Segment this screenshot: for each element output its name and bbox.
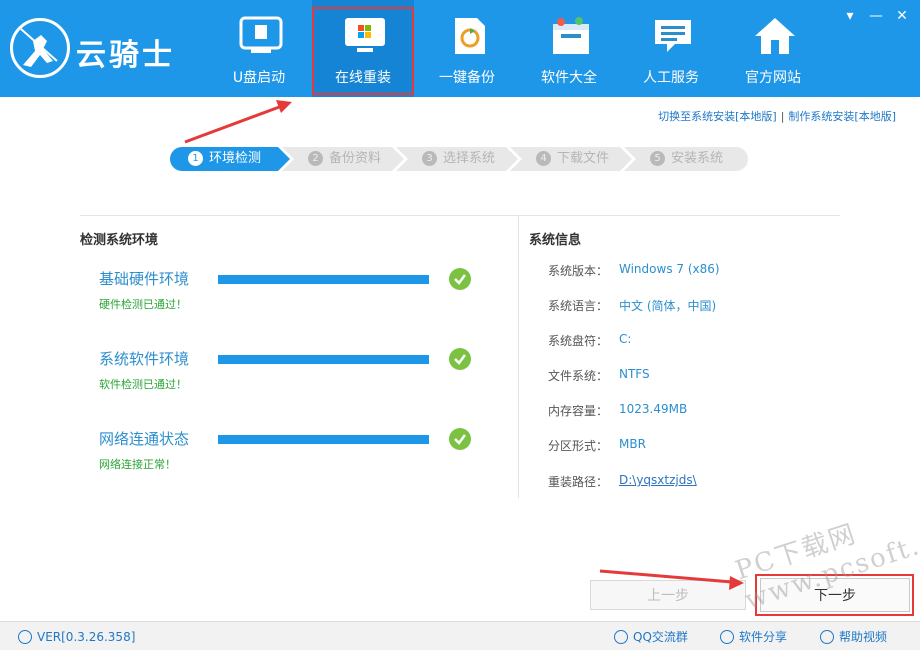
prev-step-button[interactable]: 上一步 xyxy=(590,580,746,610)
info-key: 分区形式： xyxy=(548,439,609,453)
check-status: 硬件检测已通过！ xyxy=(99,298,187,311)
step-progress: 1 环境检测 2 备份资料 3 选择系统 4 下载文件 5 安装系统 xyxy=(170,147,750,171)
info-key: 文件系统： xyxy=(548,369,609,383)
nav-label: 软件大全 xyxy=(541,70,597,86)
reinstall-path-link[interactable]: D:\yqsxtzjds\ xyxy=(619,473,697,487)
menu-dropdown-icon[interactable]: ▾ xyxy=(842,8,858,24)
check-passed-icon xyxy=(449,348,471,370)
nav-label: 一键备份 xyxy=(439,70,495,86)
help-icon xyxy=(820,630,834,644)
check-hardware: 基础硬件环境 硬件检测已通过！ xyxy=(99,268,479,318)
app-header: 云骑士 U盘启动 在线重装 一键备份 软件大全 人工服务 官方网站 ▾ — ✕ xyxy=(0,0,920,97)
info-value: MBR xyxy=(619,437,646,451)
detect-section-title: 检测系统环境 xyxy=(80,233,159,248)
info-value: C: xyxy=(619,332,632,346)
backup-file-icon xyxy=(447,16,491,56)
windows-monitor-icon xyxy=(343,16,387,56)
knight-logo-icon xyxy=(10,18,70,78)
footer-bar: VER[0.3.26.358] QQ交流群 软件分享 帮助视频 xyxy=(0,621,920,650)
nav-official-website[interactable]: 官方网站 xyxy=(722,0,824,97)
share-software-link[interactable]: 软件分享 xyxy=(720,628,787,646)
qq-icon xyxy=(614,630,628,644)
minimize-icon[interactable]: — xyxy=(868,8,884,24)
annotation-arrow xyxy=(184,104,283,144)
info-value: 1023.49MB xyxy=(619,402,688,416)
qq-group-label: QQ交流群 xyxy=(633,630,688,644)
window-controls: ▾ — ✕ xyxy=(842,8,912,24)
info-value: Windows 7 (x86) xyxy=(619,262,720,276)
step-label: 下载文件 xyxy=(557,151,610,166)
nav-usb-boot[interactable]: U盘启动 xyxy=(208,0,310,97)
check-passed-icon xyxy=(449,268,471,290)
panel-divider-vertical xyxy=(518,216,519,498)
info-key: 内存容量： xyxy=(548,404,609,418)
info-value: NTFS xyxy=(619,367,650,381)
nav-label: 人工服务 xyxy=(643,70,699,86)
nav-software-center[interactable]: 软件大全 xyxy=(518,0,620,97)
step-number: 5 xyxy=(650,151,665,166)
check-label: 网络连通状态 xyxy=(99,430,190,448)
qq-group-link[interactable]: QQ交流群 xyxy=(614,628,688,646)
arrow-head xyxy=(276,100,292,113)
app-logo: 云骑士 xyxy=(10,18,210,80)
check-status: 网络连接正常！ xyxy=(99,458,176,471)
step-number: 4 xyxy=(536,151,551,166)
step-label: 选择系统 xyxy=(443,151,496,166)
check-label: 基础硬件环境 xyxy=(99,270,190,288)
check-passed-icon xyxy=(449,428,471,450)
info-key: 重装路径： xyxy=(548,475,609,489)
sysinfo-section-title: 系统信息 xyxy=(529,233,582,248)
step-download-files: 4 下载文件 xyxy=(522,147,609,171)
make-local-install-link[interactable]: 制作系统安装[本地版] xyxy=(788,110,896,123)
chat-support-icon xyxy=(651,16,695,56)
info-key: 系统版本： xyxy=(548,264,609,278)
app-name: 云骑士 xyxy=(76,38,175,73)
check-circle-icon xyxy=(18,630,32,644)
step-backup-data: 2 备份资料 xyxy=(294,147,381,171)
check-network: 网络连通状态 网络连接正常！ xyxy=(99,428,479,478)
switch-local-install-link[interactable]: 切换至系统安装[本地版] xyxy=(658,110,777,123)
help-video-link[interactable]: 帮助视频 xyxy=(820,628,887,646)
usb-drive-icon xyxy=(239,16,283,56)
version-text: VER[0.3.26.358] xyxy=(37,630,136,644)
check-progress-bar xyxy=(218,275,429,284)
help-label: 帮助视频 xyxy=(839,630,888,644)
nav-label: U盘启动 xyxy=(232,70,286,86)
nav-label: 在线重装 xyxy=(335,70,391,86)
check-status: 软件检测已通过！ xyxy=(99,378,187,391)
home-icon xyxy=(753,16,797,56)
nav-one-click-backup[interactable]: 一键备份 xyxy=(416,0,518,97)
top-links: 切换至系统安装[本地版] | 制作系统安装[本地版] xyxy=(658,108,896,124)
close-icon[interactable]: ✕ xyxy=(894,8,910,24)
step-number: 1 xyxy=(188,151,203,166)
info-key: 系统语言： xyxy=(548,299,609,313)
info-key: 系统盘符： xyxy=(548,334,609,348)
share-label: 软件分享 xyxy=(739,630,788,644)
check-progress-bar xyxy=(218,355,429,364)
step-number: 2 xyxy=(308,151,323,166)
nav-online-reinstall[interactable]: 在线重装 xyxy=(312,0,414,97)
info-value: 中文 (简体，中国) xyxy=(619,299,717,313)
step-number: 3 xyxy=(422,151,437,166)
check-label: 系统软件环境 xyxy=(99,350,190,368)
check-software: 系统软件环境 软件检测已通过！ xyxy=(99,348,479,398)
nav-manual-service[interactable]: 人工服务 xyxy=(620,0,722,97)
link-separator: | xyxy=(780,110,785,123)
check-progress-bar xyxy=(218,435,429,444)
version-info: VER[0.3.26.358] xyxy=(18,628,135,646)
step-install-system: 5 安装系统 xyxy=(636,147,723,171)
step-environment-check: 1 环境检测 xyxy=(174,147,261,171)
step-select-system: 3 选择系统 xyxy=(408,147,495,171)
software-box-icon xyxy=(549,16,593,56)
step-label: 备份资料 xyxy=(329,151,382,166)
panel-divider xyxy=(80,215,840,216)
share-icon xyxy=(720,630,734,644)
step-label: 环境检测 xyxy=(209,151,262,166)
nav-label: 官方网站 xyxy=(745,70,801,86)
step-label: 安装系统 xyxy=(671,151,724,166)
